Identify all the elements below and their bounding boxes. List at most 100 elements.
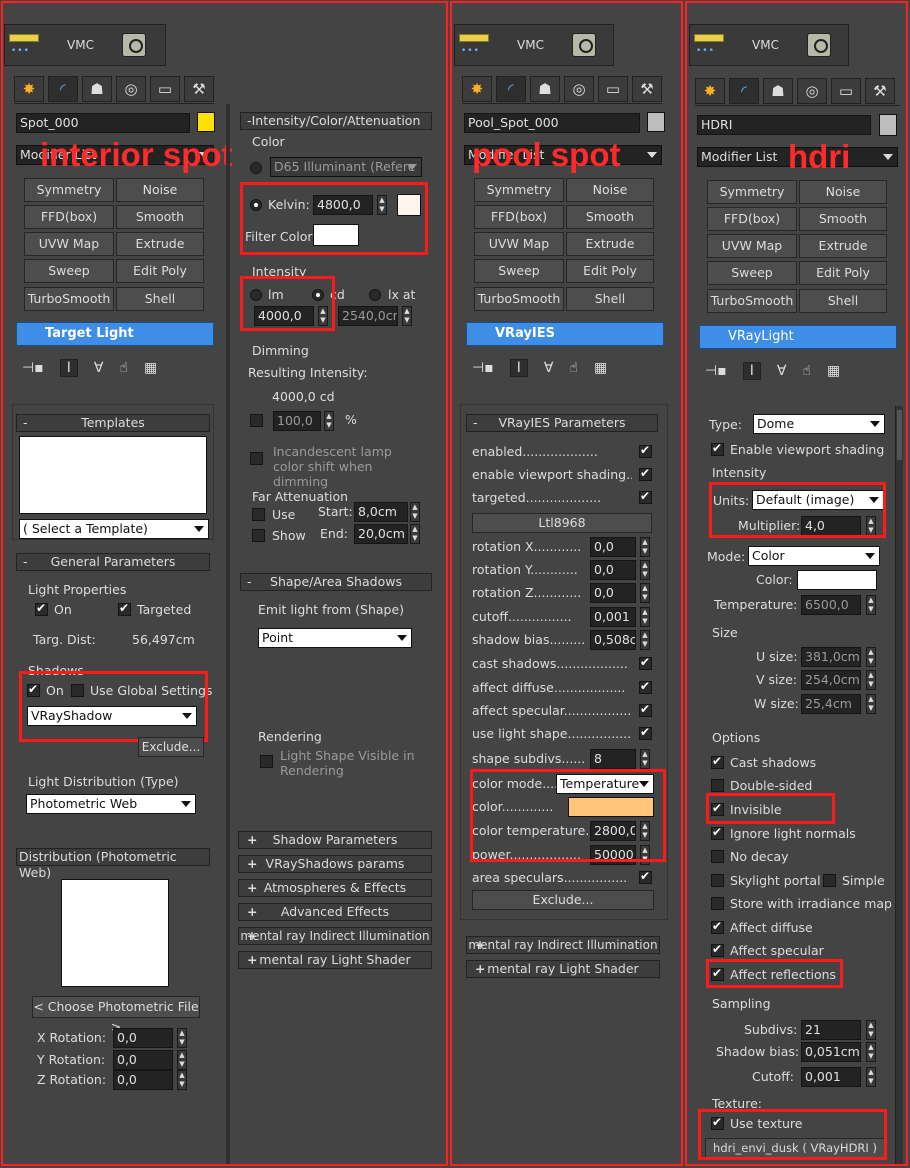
z-rotation-input[interactable]: 0,0 — [113, 1070, 173, 1090]
dimming-percent-input[interactable]: 100,0 — [273, 411, 321, 431]
mod-button-editpoly[interactable]: Edit Poly — [116, 259, 204, 283]
ies-file-button[interactable]: Ltl8968 — [472, 513, 652, 533]
shape-visible-checkbox[interactable] — [260, 755, 273, 768]
templates-list[interactable] — [19, 436, 207, 514]
rotation-y-spinner[interactable]: ▲ ▼ — [640, 560, 650, 580]
enable-viewport-checkbox[interactable] — [711, 441, 724, 456]
object-name-field-pool[interactable]: Pool_Spot_000 — [464, 113, 640, 133]
hierarchy-tab-icon[interactable]: ☗ — [82, 75, 112, 102]
ruler-icon[interactable]: ••• — [694, 32, 724, 58]
rotation-x-spinner[interactable]: ▲ ▼ — [640, 537, 650, 557]
dimming-checkbox[interactable] — [250, 414, 263, 427]
targeted-checkbox[interactable] — [118, 601, 131, 616]
x-rotation-input[interactable]: 0,0 — [113, 1028, 173, 1048]
mod-button-shell[interactable]: Shell — [116, 287, 204, 311]
rotation-z-spinner[interactable]: ▲ ▼ — [640, 583, 650, 603]
ies-viewport-checkbox[interactable] — [639, 466, 652, 481]
distribution-header[interactable]: Distribution (Photometric Web) — [16, 848, 210, 880]
mod-button-symmetry[interactable]: Symmetry — [474, 178, 564, 202]
far-show-checkbox[interactable] — [252, 529, 265, 542]
far-use-checkbox[interactable] — [252, 508, 265, 521]
rollout-atmospheres[interactable]: + Atmospheres & Effects — [238, 879, 432, 897]
affect-specular-checkbox[interactable] — [639, 702, 652, 717]
mod-button-smooth[interactable]: Smooth — [566, 205, 654, 229]
shadow-bias-input-hdri[interactable]: 0,051cm — [801, 1042, 861, 1062]
make-unique-icon[interactable]: ∀ — [94, 360, 104, 376]
show-end-result-icon[interactable]: I — [509, 359, 528, 377]
v-size-input[interactable]: 254,0cm — [801, 670, 861, 690]
exclude-button[interactable]: Exclude... — [138, 737, 204, 757]
ies-enabled-checkbox[interactable] — [639, 443, 652, 458]
far-end-spinner[interactable]: ▲ ▼ — [410, 524, 420, 544]
rollout-mr-indirect-pool[interactable]: + mental ray Indirect Illumination — [466, 936, 660, 954]
exclude-button-pool[interactable]: Exclude... — [472, 890, 654, 910]
mod-button-shell[interactable]: Shell — [566, 287, 654, 311]
mode-select[interactable]: Color — [748, 546, 880, 566]
area-speculars-checkbox[interactable] — [639, 869, 652, 884]
mod-button-extrude[interactable]: Extrude — [116, 232, 204, 256]
shape-subdivs-input[interactable]: 8 — [590, 749, 636, 769]
light-on-checkbox[interactable] — [35, 601, 48, 616]
u-size-input[interactable]: 381,0cm — [801, 647, 861, 667]
mod-button-sweep[interactable]: Sweep — [474, 259, 564, 283]
cutoff-input[interactable]: 0,001 — [590, 607, 636, 627]
utilities-tab-icon[interactable]: ⚒ — [184, 75, 214, 102]
gear-wrench-icon[interactable] — [121, 33, 146, 57]
subdivs-spinner[interactable]: ▲ ▼ — [866, 1020, 876, 1040]
gear-wrench-icon[interactable] — [806, 33, 831, 57]
rotation-x-input[interactable]: 0,0 — [590, 537, 636, 557]
shadow-bias-spinner[interactable]: ▲ ▼ — [640, 630, 650, 650]
use-light-shape-checkbox[interactable] — [639, 725, 652, 740]
shape-select[interactable]: Point — [258, 628, 412, 648]
mod-button-symmetry[interactable]: Symmetry — [707, 180, 797, 204]
y-rotation-input[interactable]: 0,0 — [113, 1050, 173, 1070]
display-tab-icon[interactable]: ▭ — [831, 77, 861, 104]
cast-shadows-checkbox[interactable] — [639, 655, 652, 670]
mod-button-editpoly[interactable]: Edit Poly — [566, 259, 654, 283]
hdri-scrollbar-thumb[interactable] — [897, 410, 902, 460]
object-color-swatch-hdri[interactable] — [879, 114, 897, 136]
hierarchy-tab-icon[interactable]: ☗ — [763, 77, 793, 104]
motion-tab-icon[interactable]: ◎ — [564, 75, 594, 102]
incandescent-checkbox[interactable] — [250, 452, 263, 465]
choose-photometric-button[interactable]: < Choose Photometric File > — [32, 996, 200, 1034]
lx-distance-spinner[interactable]: ▲ ▼ — [402, 306, 412, 326]
ruler-icon[interactable]: ••• — [459, 32, 489, 58]
mod-button-symmetry[interactable]: Symmetry — [24, 178, 114, 202]
mod-button-ffd[interactable]: FFD(box) — [707, 207, 797, 231]
modify-tab-icon[interactable]: ◜ — [729, 77, 759, 104]
mod-button-turbosmooth[interactable]: TurboSmooth — [707, 289, 797, 313]
mod-button-ffd[interactable]: FFD(box) — [24, 205, 114, 229]
d65-radio[interactable] — [250, 162, 262, 174]
general-params-header[interactable]: - General Parameters — [16, 553, 210, 571]
object-name-field[interactable]: Spot_000 — [16, 113, 190, 133]
mod-button-noise[interactable]: Noise — [116, 178, 204, 202]
subdivs-input[interactable]: 21 — [801, 1020, 861, 1040]
mod-button-sweep[interactable]: Sweep — [707, 261, 797, 285]
distribution-type-select[interactable]: Photometric Web — [26, 794, 196, 814]
utilities-tab-icon[interactable]: ⚒ — [865, 77, 895, 104]
pin-stack-icon[interactable]: ⊣▪ — [22, 360, 44, 376]
cutoff-spinner-hdri[interactable]: ▲ ▼ — [866, 1067, 876, 1087]
type-select[interactable]: Dome — [753, 414, 885, 434]
template-select[interactable]: ( Select a Template) — [19, 519, 209, 539]
far-start-spinner[interactable]: ▲ ▼ — [410, 502, 420, 522]
stack-item-target-light[interactable]: Target Light — [16, 322, 214, 346]
mod-button-shell[interactable]: Shell — [799, 289, 887, 313]
x-rotation-spinner[interactable]: ▲ ▼ — [177, 1028, 187, 1048]
create-tab-icon[interactable]: ✸ — [695, 77, 725, 104]
temperature-input[interactable]: 6500,0 — [801, 595, 861, 615]
mod-button-smooth[interactable]: Smooth — [799, 207, 887, 231]
show-end-result-icon[interactable]: I — [59, 359, 78, 377]
mod-button-uvw[interactable]: UVW Map — [24, 232, 114, 256]
rollout-shadow-parameters[interactable]: + Shadow Parameters — [238, 831, 432, 849]
rollout-vrayshadows[interactable]: + VRayShadows params — [238, 855, 432, 873]
configure-sets-icon[interactable]: ▦ — [594, 360, 607, 376]
hierarchy-tab-icon[interactable]: ☗ — [530, 75, 560, 102]
option-checkbox-5[interactable] — [711, 874, 724, 887]
hdri-color-swatch[interactable] — [797, 570, 877, 590]
far-start-input[interactable]: 8,0cm — [354, 502, 408, 522]
object-color-swatch-pool[interactable] — [647, 112, 665, 132]
option-checkbox-4[interactable] — [711, 850, 724, 863]
make-unique-icon[interactable]: ∀ — [777, 363, 787, 379]
